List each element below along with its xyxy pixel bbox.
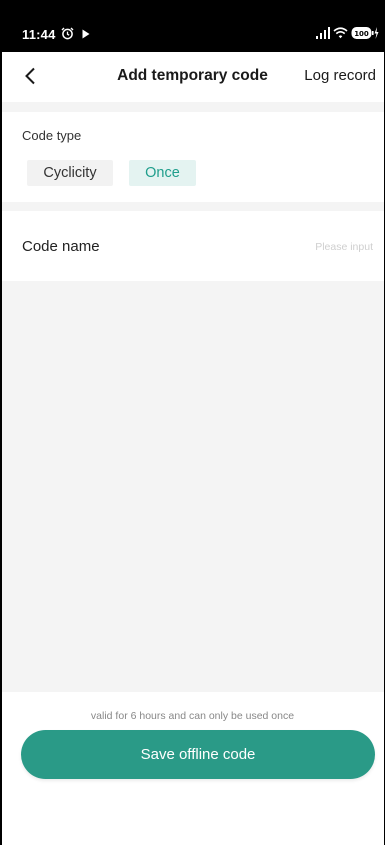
code-name-label: Code name — [22, 238, 100, 255]
battery-icon: 100 — [351, 27, 379, 39]
nav-bar: Add temporary code Log record — [0, 52, 385, 102]
bottom-panel: valid for 6 hours and can only be used o… — [0, 692, 385, 845]
status-time: 11:44 — [22, 27, 56, 42]
code-type-option-cyclicity[interactable]: Cyclicity — [27, 160, 113, 186]
battery-level: 100 — [354, 30, 369, 38]
signal-icon — [316, 27, 330, 39]
app-screen: 11:44 100 Add temporary code Log record … — [0, 0, 385, 845]
code-type-option-once[interactable]: Once — [129, 160, 196, 186]
play-icon — [82, 29, 90, 39]
code-name-input[interactable] — [223, 236, 373, 258]
validity-hint: valid for 6 hours and can only be used o… — [90, 710, 295, 722]
screen-edge-left — [0, 0, 2, 845]
code-type-section: Code type Cyclicity Once — [0, 112, 385, 202]
status-bar: 11:44 100 — [0, 0, 385, 52]
code-type-label: Code type — [22, 128, 82, 143]
code-name-row: Code name — [0, 211, 385, 281]
alarm-icon — [61, 27, 74, 40]
wifi-icon — [333, 27, 348, 39]
save-offline-code-button[interactable]: Save offline code — [21, 730, 375, 779]
log-record-link[interactable]: Log record — [304, 67, 376, 84]
